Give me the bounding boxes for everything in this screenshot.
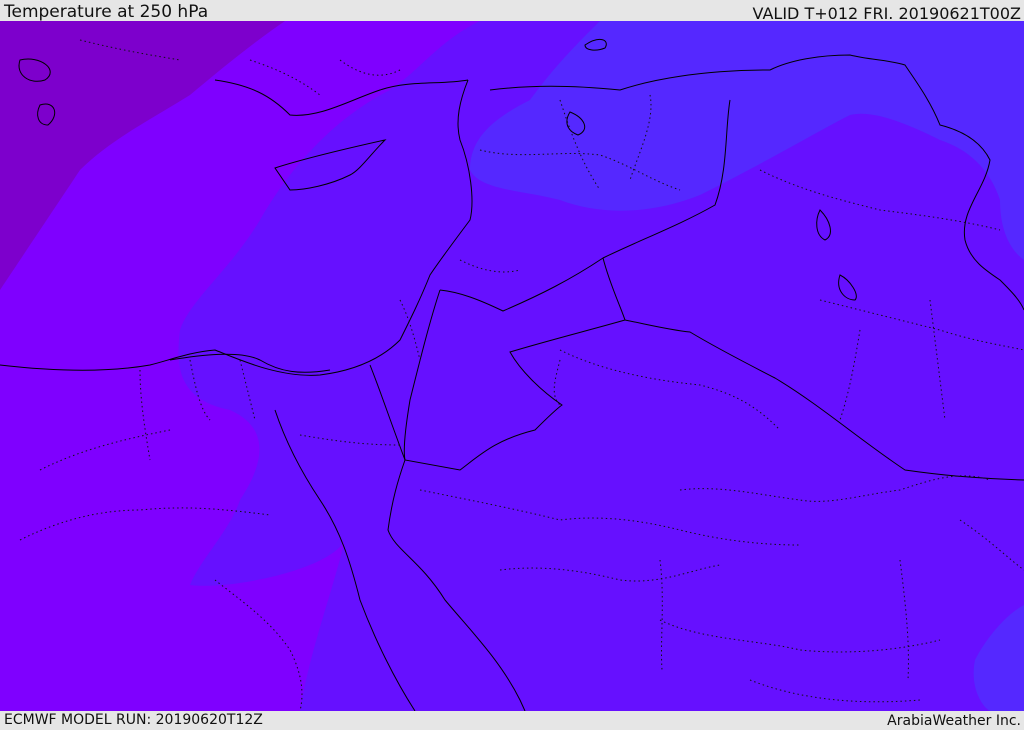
map-title: Temperature at 250 hPa	[4, 2, 209, 22]
credit: ArabiaWeather Inc.	[887, 713, 1021, 729]
map-frame: Temperature at 250 hPa VALID T+012 FRI. …	[0, 0, 1024, 729]
temperature-map	[0, 21, 1024, 711]
map-header: Temperature at 250 hPa VALID T+012 FRI. …	[0, 0, 1024, 23]
map-footer: ECMWF MODEL RUN: 20190620T12Z ArabiaWeat…	[0, 711, 1024, 729]
map-canvas	[0, 21, 1024, 711]
model-run: ECMWF MODEL RUN: 20190620T12Z	[4, 712, 263, 728]
